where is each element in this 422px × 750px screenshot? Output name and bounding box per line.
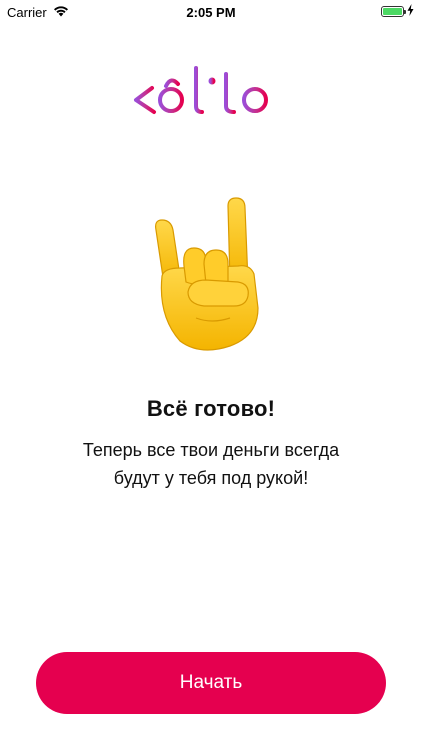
start-button[interactable]: Начать [36, 652, 386, 714]
subtitle-line-2: будут у тебя под рукой! [113, 468, 309, 488]
battery-icon [381, 6, 406, 17]
charging-bolt-icon [407, 4, 414, 19]
sign-of-the-horns-emoji [150, 196, 265, 361]
kalita-logo [0, 62, 422, 122]
status-bar: Carrier 2:05 PM [0, 0, 422, 26]
subtitle: Теперь все твои деньги всегда будут у те… [40, 436, 382, 492]
page-title: Всё готово! [146, 396, 276, 421]
subtitle-line-1: Теперь все твои деньги всегда [82, 440, 340, 460]
kalita-logo-mark [132, 66, 268, 114]
onboarding-screen: Carrier 2:05 PM Всё готово! Теперь все т… [0, 0, 422, 750]
clock: 2:05 PM [186, 5, 236, 20]
